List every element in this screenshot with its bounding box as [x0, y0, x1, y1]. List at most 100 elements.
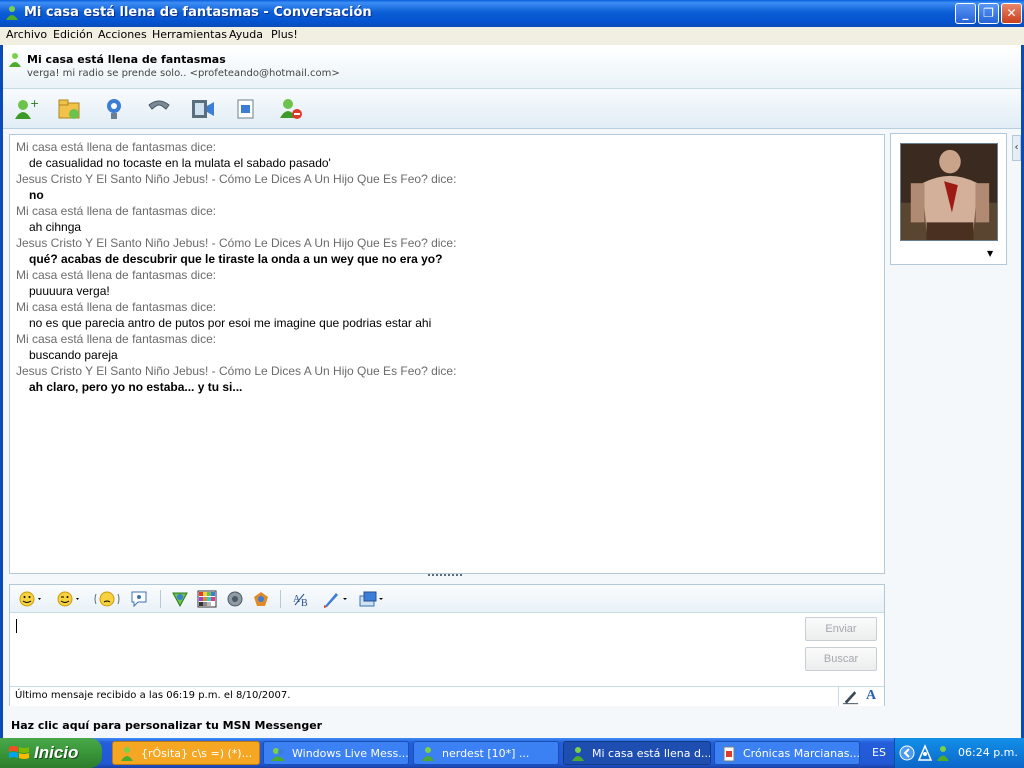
- font-icon[interactable]: A: [866, 688, 876, 704]
- contact-avatar-panel: ▼: [890, 133, 1007, 265]
- taskbar-item[interactable]: Windows Live Mess...: [263, 741, 409, 765]
- message-sender: Mi casa está llena de fantasmas dice:: [16, 300, 217, 314]
- contact-name: Mi casa está llena de fantasmas: [27, 53, 226, 66]
- language-indicator[interactable]: ES: [872, 746, 886, 759]
- network-icon[interactable]: [917, 744, 933, 762]
- video-icon[interactable]: [190, 97, 216, 121]
- message-block: Mi casa está llena de fantasmas dice: no…: [16, 299, 878, 331]
- menu-acciones[interactable]: Acciones: [98, 28, 147, 41]
- webcam-icon[interactable]: [102, 97, 128, 121]
- message-text: buscando pareja: [29, 348, 118, 362]
- system-tray: 06:24 p.m.: [894, 738, 1024, 768]
- toolbar-separator: [160, 590, 161, 608]
- contact-header: Mi casa está llena de fantasmas verga! m…: [3, 45, 1021, 89]
- message-sender: Jesus Cristo Y El Santo Niño Jebus! - Có…: [16, 364, 457, 378]
- tray-expand-icon[interactable]: [899, 745, 915, 761]
- collapse-panel-button[interactable]: ‹: [1012, 135, 1021, 161]
- pane-splitter[interactable]: [428, 574, 462, 578]
- games-icon[interactable]: [251, 590, 271, 608]
- customize-link[interactable]: Haz clic aquí para personalizar tu MSN M…: [11, 719, 322, 732]
- taskbar-item-label: Windows Live Mess...: [292, 747, 409, 760]
- message-text: no es que parecia antro de putos por eso…: [29, 316, 432, 330]
- sound-icon[interactable]: [225, 590, 245, 608]
- menu-ayuda[interactable]: Ayuda: [229, 28, 263, 41]
- maximize-button[interactable]: ❐: [978, 3, 999, 24]
- voice-clip-icon[interactable]: [130, 590, 150, 608]
- message-sender: Mi casa está llena de fantasmas dice:: [16, 140, 217, 154]
- svg-text:+: +: [30, 97, 39, 110]
- messenger-icon: [121, 747, 133, 761]
- message-sender: Mi casa está llena de fantasmas dice:: [16, 204, 217, 218]
- message-text: puuuura verga!: [29, 284, 110, 298]
- wink-animation-icon[interactable]: [170, 590, 190, 608]
- messenger-icon: [271, 748, 285, 761]
- message-block: Mi casa está llena de fantasmas dice: bu…: [16, 331, 878, 363]
- action-toolbar: +: [3, 89, 1021, 129]
- chat-history[interactable]: Mi casa está llena de fantasmas dice: de…: [9, 134, 885, 574]
- menu-plus[interactable]: Plus!: [271, 28, 298, 41]
- background-icon[interactable]: [197, 590, 217, 608]
- message-block: Jesus Cristo Y El Santo Niño Jebus! - Có…: [16, 235, 878, 267]
- taskbar-item-label: Crónicas Marcianas...: [743, 747, 860, 760]
- message-text: qué? acabas de descubrir que le tiraste …: [29, 252, 443, 266]
- menu-bar: Archivo Edición Acciones Herramientas Ay…: [0, 27, 1024, 45]
- taskbar-item-active[interactable]: Mi casa está llena d...: [563, 741, 711, 765]
- close-button[interactable]: ✕: [1001, 3, 1022, 24]
- message-composer: AB Enviar Buscar Último mensaje recibido…: [9, 584, 885, 706]
- send-button[interactable]: Enviar: [805, 617, 877, 641]
- contact-avatar[interactable]: [900, 143, 998, 241]
- contact-status-icon: [9, 53, 21, 67]
- start-label: Inicio: [34, 743, 79, 762]
- messenger-buddy-icon: [6, 6, 18, 20]
- taskbar-item-label: nerdest [10*] ...: [442, 747, 530, 760]
- title-bar[interactable]: Mi casa está llena de fantasmas - Conver…: [0, 0, 1024, 27]
- last-message-status: Último mensaje recibido a las 06:19 p.m.…: [15, 690, 291, 701]
- minimize-button[interactable]: _: [955, 3, 976, 24]
- taskbar-item[interactable]: {rÓsita} c\s =) (*)...: [112, 741, 260, 765]
- window-title: Mi casa está llena de fantasmas - Conver…: [24, 5, 372, 20]
- block-icon[interactable]: [278, 97, 304, 121]
- message-text: de casualidad no tocaste en la mulata el…: [29, 156, 331, 170]
- avatar-options-dropdown[interactable]: ▼: [987, 249, 993, 258]
- font-color-icon[interactable]: [322, 590, 350, 608]
- call-icon[interactable]: [146, 97, 172, 121]
- start-button[interactable]: Inicio: [0, 738, 102, 768]
- toolbar-separator: [280, 590, 281, 608]
- taskbar-item[interactable]: Crónicas Marcianas...: [714, 741, 860, 765]
- taskbar-item[interactable]: nerdest [10*] ...: [413, 741, 559, 765]
- display-mode-icon[interactable]: [358, 590, 386, 608]
- messenger-tray-icon[interactable]: [935, 744, 951, 762]
- message-block: Jesus Cristo Y El Santo Niño Jebus! - Có…: [16, 171, 878, 203]
- message-sender: Mi casa está llena de fantasmas dice:: [16, 268, 217, 282]
- conversation-pane: Mi casa está llena de fantasmas dice: de…: [3, 129, 1021, 738]
- send-files-icon[interactable]: [57, 97, 83, 121]
- emoticon-icon[interactable]: [18, 590, 44, 608]
- windows-logo-icon: [9, 746, 29, 759]
- nudge-icon[interactable]: [94, 590, 120, 608]
- search-button[interactable]: Buscar: [805, 647, 877, 671]
- menu-herramientas[interactable]: Herramientas: [152, 28, 227, 41]
- activities-icon[interactable]: [234, 97, 260, 121]
- menu-archivo[interactable]: Archivo: [6, 28, 47, 41]
- svg-text:B: B: [301, 598, 308, 608]
- handwriting-icon[interactable]: [838, 687, 862, 706]
- messenger-icon: [572, 747, 584, 761]
- message-block: Mi casa está llena de fantasmas dice: de…: [16, 139, 878, 171]
- spellcheck-icon[interactable]: AB: [292, 590, 314, 608]
- document-icon: [723, 746, 735, 762]
- conversation-window: Mi casa está llena de fantasmas verga! m…: [0, 45, 1024, 738]
- menu-edicion[interactable]: Edición: [53, 28, 93, 41]
- message-sender: Jesus Cristo Y El Santo Niño Jebus! - Có…: [16, 236, 457, 250]
- clock[interactable]: 06:24 p.m.: [958, 746, 1018, 759]
- message-text: ah cihnga: [29, 220, 82, 234]
- message-block: Mi casa está llena de fantasmas dice: pu…: [16, 267, 878, 299]
- message-block: Mi casa está llena de fantasmas dice: ah…: [16, 203, 878, 235]
- invite-contact-icon[interactable]: +: [13, 97, 39, 121]
- wink-icon[interactable]: [56, 590, 82, 608]
- message-input[interactable]: [12, 614, 792, 684]
- taskbar-item-label: {rÓsita} c\s =) (*)...: [141, 747, 253, 760]
- message-block: Jesus Cristo Y El Santo Niño Jebus! - Có…: [16, 363, 878, 395]
- text-cursor: [16, 619, 17, 633]
- message-text: ah claro, pero yo no estaba... y tu si..…: [29, 380, 243, 394]
- taskbar: Inicio {rÓsita} c\s =) (*)... Windows Li…: [0, 738, 1024, 768]
